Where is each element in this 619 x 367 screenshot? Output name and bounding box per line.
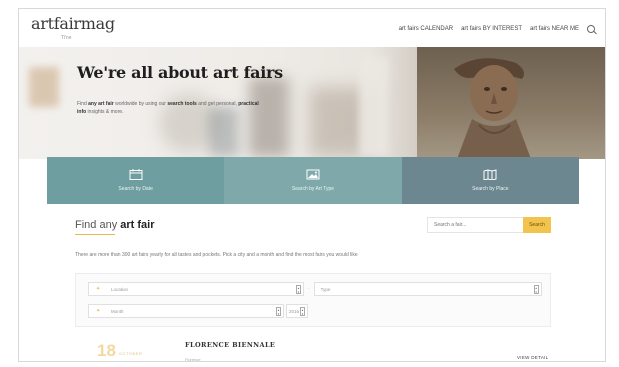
- filter-panel: ✦ Location ▴ ▾ · Type ▴ ▾ ✦ Month ▴ ▾ 2016 …: [75, 273, 551, 327]
- fair-search-input[interactable]: [427, 217, 527, 233]
- search-by-art-type-label: Search by Art Type: [291, 186, 335, 192]
- location-select-arrows-icon: ▴ ▾: [296, 285, 301, 294]
- type-select[interactable]: Type ▴ ▾: [313, 282, 542, 296]
- search-by-place-button[interactable]: Search by Place: [401, 157, 579, 204]
- search-by-date-label: Search by Date: [118, 186, 153, 192]
- search-by-place-label: Search by Place: [472, 186, 509, 192]
- location-select-label: Location: [111, 287, 129, 292]
- hero-banner: We're all about art fairs Find any art f…: [19, 47, 605, 159]
- event-month: OCTOBER: [119, 351, 143, 356]
- hero-description: Find any art fair worldwide by using our…: [77, 101, 259, 115]
- find-description: There are more than 300 art fairs yearly…: [75, 252, 358, 258]
- year-select-label: 2016: [289, 309, 300, 314]
- year-select[interactable]: 2016 ▴ ▾: [286, 304, 308, 318]
- map-icon: [483, 169, 497, 180]
- hero-background-visitor: [249, 77, 289, 157]
- hero-title: We're all about art fairs: [77, 63, 283, 82]
- filter-separator: ·: [308, 286, 310, 292]
- search-by-bar: Search by Date Search by Art Type Search…: [47, 157, 579, 204]
- event-title[interactable]: FLORENCE BIENNALE: [185, 341, 275, 349]
- event-subtitle: Florence: [185, 357, 201, 362]
- filter-row-date: ✦ Month ▴ ▾ 2016 ▴ ▾: [88, 304, 308, 318]
- browser-page: artfairmag Ti'ne art fairs CALENDAR art …: [18, 8, 606, 362]
- find-section: Find any art fair Search There are more …: [75, 217, 555, 258]
- type-select-label: Type: [320, 287, 331, 292]
- main-nav: art fairs CALENDAR art fairs BY INTEREST…: [399, 25, 595, 33]
- site-header: artfairmag Ti'ne art fairs CALENDAR art …: [19, 9, 605, 47]
- view-detail-link[interactable]: VIEW DETAIL: [517, 355, 548, 360]
- month-select[interactable]: ✦ Month ▴ ▾: [88, 304, 284, 318]
- search-by-art-type-button[interactable]: Search by Art Type: [224, 157, 402, 204]
- site-logo[interactable]: artfairmag: [31, 14, 115, 33]
- month-select-arrows-icon: ▴ ▾: [276, 307, 281, 316]
- year-select-arrows-icon: ▴ ▾: [300, 307, 305, 316]
- search-by-date-button[interactable]: Search by Date: [47, 157, 225, 204]
- statue-image: [454, 58, 531, 159]
- location-select[interactable]: ✦ Location ▴ ▾: [88, 282, 304, 296]
- image-icon: [306, 169, 320, 180]
- month-select-label: Month: [111, 309, 124, 314]
- logo-tagline: Ti'ne: [61, 35, 72, 41]
- pin-icon: ✦: [96, 286, 101, 292]
- fair-search-button[interactable]: Search: [523, 217, 551, 233]
- event-day: 18: [97, 341, 116, 360]
- nav-by-interest-link[interactable]: art fairs BY INTEREST: [461, 26, 522, 32]
- calendar-icon: [129, 169, 143, 180]
- filter-row-location-type: ✦ Location ▴ ▾ · Type ▴ ▾: [88, 282, 542, 296]
- nav-calendar-link[interactable]: art fairs CALENDAR: [399, 26, 453, 32]
- hero-background-painting: [29, 67, 59, 107]
- search-icon[interactable]: [587, 25, 595, 33]
- type-select-arrows-icon: ▴ ▾: [533, 285, 539, 294]
- title-underline: [75, 234, 115, 235]
- event-list-item[interactable]: 18 OCTOBER FLORENCE BIENNALE Florence VI…: [75, 335, 551, 362]
- clock-icon: ✦: [96, 308, 101, 314]
- hero-background-column: [359, 57, 389, 157]
- nav-near-me-link[interactable]: art fairs NEAR ME: [530, 26, 579, 32]
